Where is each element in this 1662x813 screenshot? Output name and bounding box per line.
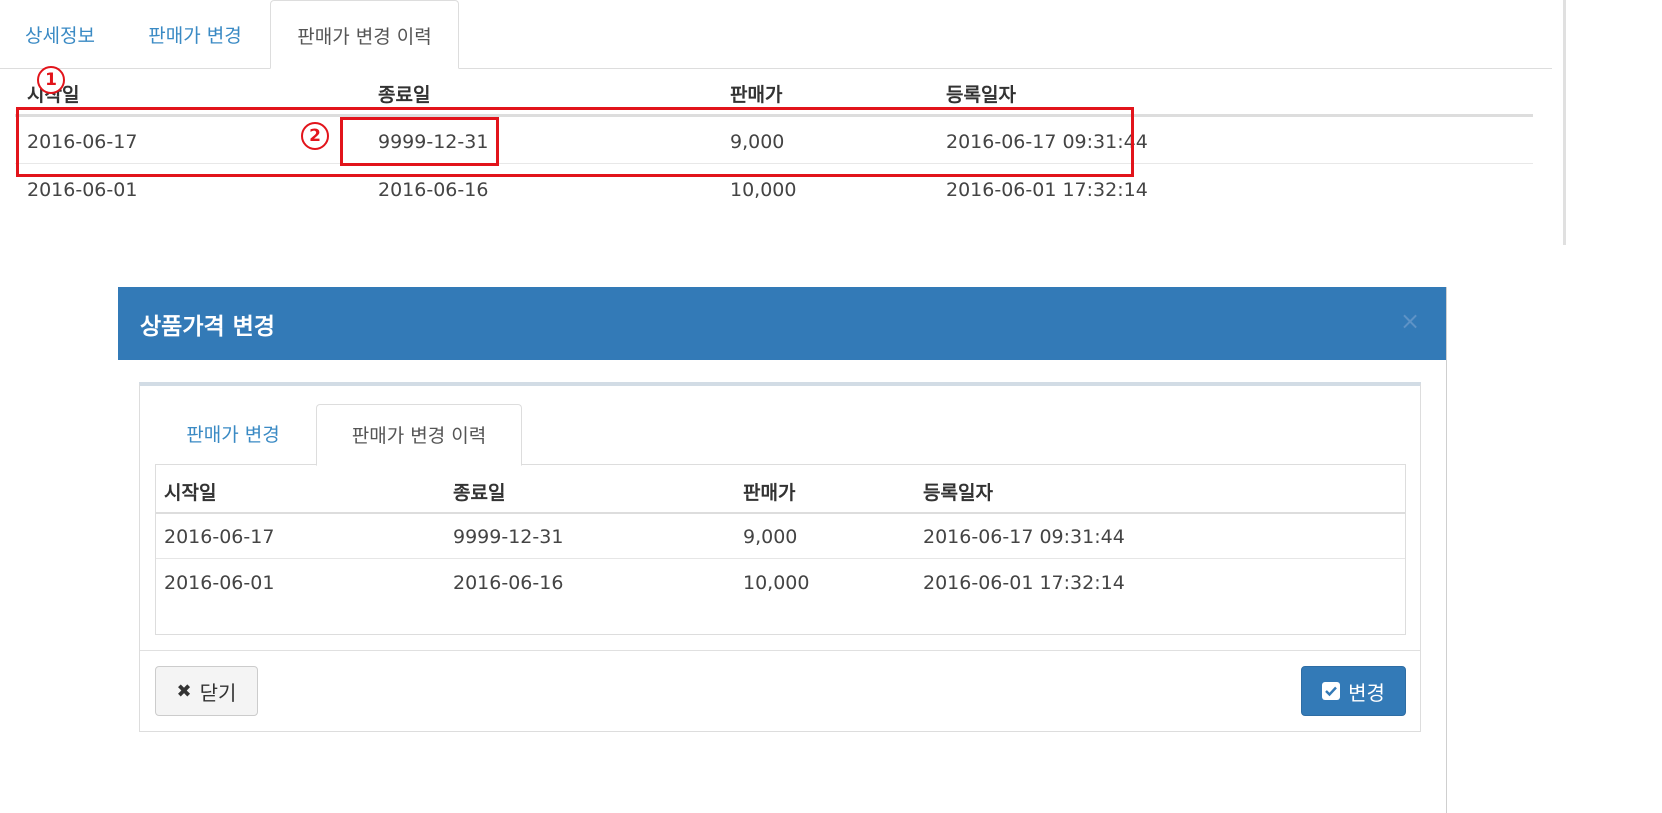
tab-price-change[interactable]: 판매가 변경 [124,0,266,66]
modal-title: 상품가격 변경 [140,314,275,340]
modal-col-header-end: 종료일 [453,482,506,504]
table-cell: 2016-06-16 [378,179,489,201]
table-cell: 2016-06-01 17:32:14 [946,179,1148,201]
top-tab-bar: 상세정보 판매가 변경 판매가 변경 이력 [0,0,1552,69]
close-button[interactable]: ✖ 닫기 [155,666,258,716]
table-cell: 9,000 [743,526,798,548]
modal-col-header-price: 판매가 [743,482,796,504]
close-button-label: 닫기 [199,680,237,705]
table-cell: 2016-06-17 [164,526,275,548]
change-button[interactable]: 변경 [1301,666,1406,716]
table-cell: 2016-06-01 17:32:14 [923,572,1125,594]
table-cell: 2016-06-01 [164,572,275,594]
close-x-icon: ✖ [176,680,192,702]
tab-price-history[interactable]: 판매가 변경 이력 [270,0,459,69]
table-cell: 9999-12-31 [453,526,564,548]
modal-header: 상품가격 변경 × [118,287,1446,360]
col-header-registered: 등록일자 [946,84,1016,106]
check-square-icon [1322,682,1341,700]
modal-tab-price-history[interactable]: 판매가 변경 이력 [316,404,522,466]
modal-footer-divider [140,650,1420,651]
modal-table-header-divider [156,512,1405,514]
change-button-label: 변경 [1348,680,1385,705]
annotation-badge-2: 2 [301,122,329,150]
scrollbar-edge [1563,0,1566,245]
annotation-badge-1: 1 [37,66,65,94]
table-cell: 10,000 [730,179,797,201]
modal-tab-price-change[interactable]: 판매가 변경 [160,404,306,466]
close-icon[interactable]: × [1400,307,1420,335]
col-header-price: 판매가 [730,84,783,106]
table-cell: 10,000 [743,572,810,594]
col-header-end: 종료일 [378,84,431,106]
highlight-row-box [16,107,1134,177]
tab-details[interactable]: 상세정보 [0,0,120,66]
table-cell: 2016-06-01 [27,179,138,201]
table-cell: 2016-06-17 09:31:44 [923,526,1125,548]
highlight-end-date-box [340,117,499,166]
modal-table-row-divider [156,558,1405,559]
modal-col-header-start: 시작일 [164,482,217,504]
modal-col-header-registered: 등록일자 [923,482,993,504]
table-cell: 2016-06-16 [453,572,564,594]
